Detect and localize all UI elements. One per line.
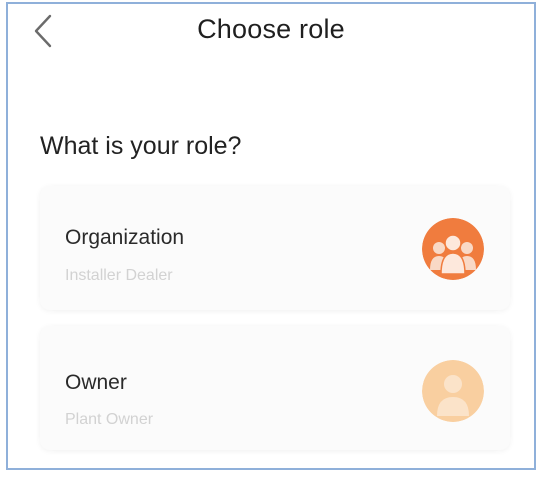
role-card-subtitle: Installer Dealer [65, 267, 173, 284]
single-user-icon [422, 360, 484, 422]
role-card-title: Organization [65, 226, 185, 249]
role-question-heading: What is your role? [40, 132, 242, 160]
role-card-title: Owner [65, 371, 127, 394]
role-card-organization[interactable]: Organization Installer Dealer [40, 186, 510, 310]
group-users-icon [422, 218, 484, 280]
app-screen: Choose role What is your role? Organizat… [6, 2, 536, 470]
role-card-subtitle: Plant Owner [65, 411, 154, 428]
role-card-owner[interactable]: Owner Plant Owner [40, 326, 510, 450]
page-title: Choose role [197, 14, 345, 44]
header-bar: Choose role [8, 4, 534, 56]
